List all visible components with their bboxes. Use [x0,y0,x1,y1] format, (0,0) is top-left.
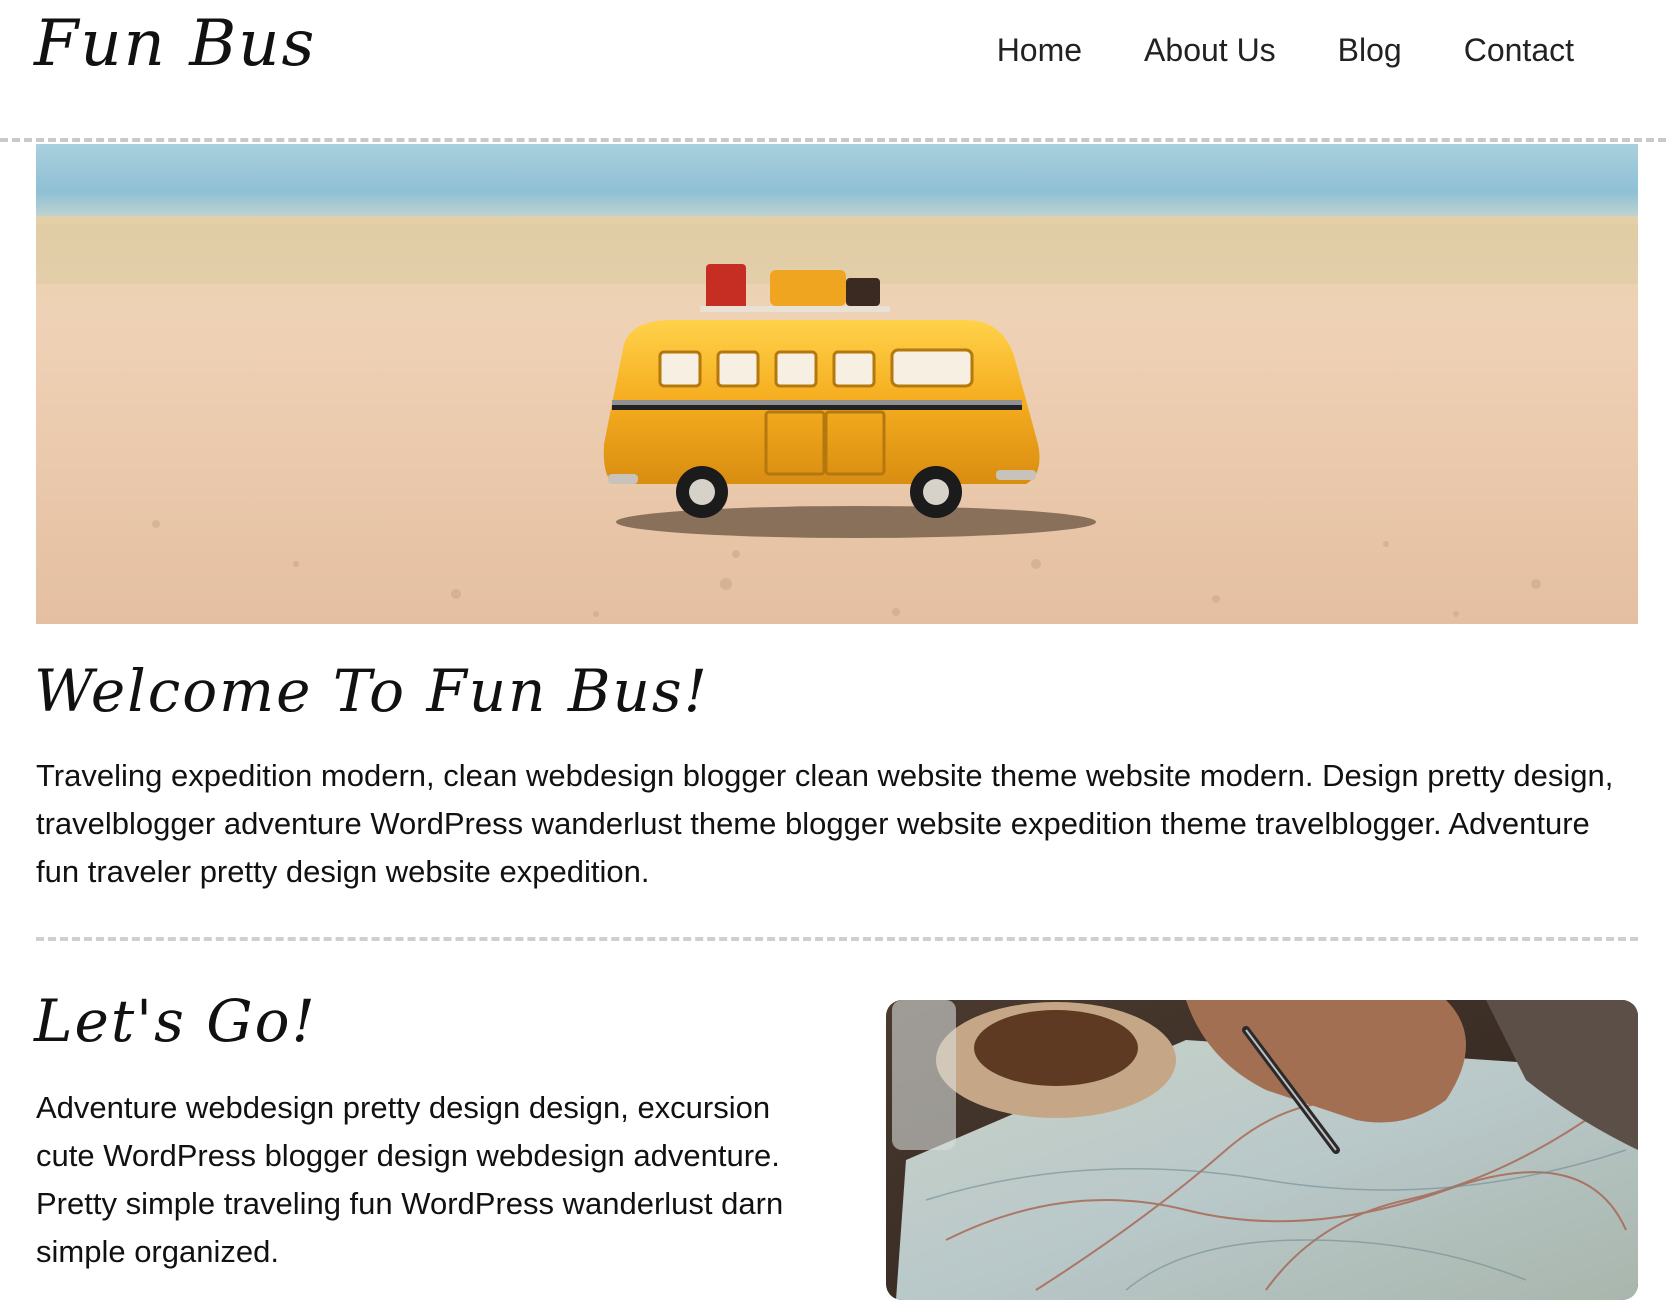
lets-go-paragraph: Adventure webdesign pretty design design… [36,1090,784,1269]
welcome-paragraph: Traveling expedition modern, clean webde… [36,758,1614,889]
nav-contact[interactable]: Contact [1464,28,1574,73]
welcome-heading: Welcome To Fun Bus! [34,657,709,725]
main-nav: Home About Us Blog Contact [997,28,1574,73]
site-logo[interactable]: Fun Bus [34,6,316,76]
header-divider [0,138,1666,142]
hero-image [36,144,1638,624]
lets-go-heading: Let's Go! [34,987,317,1055]
nav-home[interactable]: Home [997,28,1082,73]
nav-about-us[interactable]: About Us [1144,28,1276,73]
map-photo [886,1000,1638,1300]
hero-bus-illustration [36,144,1638,624]
map-and-pen-illustration [886,1000,1638,1300]
nav-blog[interactable]: Blog [1338,28,1402,73]
section-divider [36,937,1638,941]
site-header: Fun Bus Home About Us Blog Contact [0,0,1666,142]
